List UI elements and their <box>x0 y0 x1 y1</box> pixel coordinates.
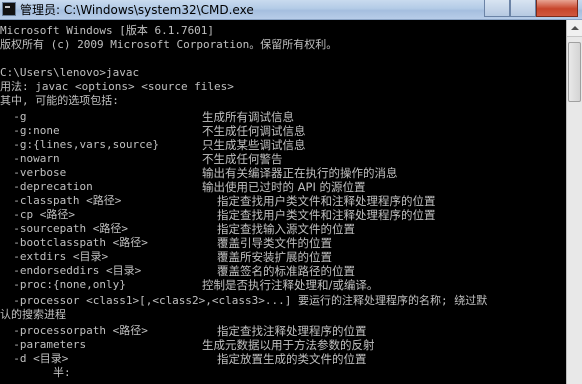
option-desc: 指定查找用户类文件和注释处理程序的位置 <box>217 208 436 222</box>
option-flag: -deprecation <box>0 180 93 193</box>
window-title: 管理员: C:\Windows\system32\CMD.exe <box>20 3 254 17</box>
option-desc: 指定查找注释处理程序的位置 <box>217 324 367 338</box>
processor-line: -processor <class1>[,<class2>,<class3>..… <box>0 294 488 307</box>
option-flag: -bootclasspath <路径> <box>0 236 148 249</box>
close-button[interactable] <box>536 0 578 17</box>
cmd-window: 管理员: C:\Windows\system32\CMD.exe Microso… <box>0 0 582 384</box>
option-desc: 覆盖所安装扩展的位置 <box>217 250 332 264</box>
title-bar[interactable]: 管理员: C:\Windows\system32\CMD.exe <box>0 0 582 20</box>
option-flag: -classpath <路径> <box>0 194 122 207</box>
option-flag: -proc:{none,only} <box>0 278 126 291</box>
version-line: Microsoft Windows [版本 6.1.7601] <box>0 24 215 37</box>
prompt-line: C:\Users\lenovo>javac <box>0 66 140 79</box>
option-flag: -g:{lines,vars,source} <box>0 138 159 151</box>
cmd-console-icon[interactable] <box>2 2 16 16</box>
option-desc: 生成元数据以用于方法参数的反射 <box>202 338 375 352</box>
processor-wrap-line: 认的搜索进程 <box>0 308 66 321</box>
option-desc: 覆盖引导类文件的位置 <box>217 236 332 250</box>
option-flag: -verbose <box>0 166 67 179</box>
option-flag: -g <box>0 110 27 123</box>
option-flag: -extdirs <目录> <box>0 250 109 263</box>
option-desc: 指定放置生成的类文件的位置 <box>217 352 367 366</box>
option-desc: 指定查找用户类文件和注释处理程序的位置 <box>217 194 436 208</box>
option-flag: -g:none <box>0 124 60 137</box>
scroll-thumb[interactable] <box>568 42 581 102</box>
option-flag: -endorseddirs <目录> <box>0 264 142 277</box>
option-flag: -cp <路径> <box>0 208 75 221</box>
options-intro-line: 其中, 可能的选项包括: <box>0 94 119 107</box>
option-desc: 输出有关编译器正在执行的操作的消息 <box>202 166 398 180</box>
window-controls <box>484 0 578 18</box>
option-desc: 不生成任何调试信息 <box>202 124 306 138</box>
maximize-button[interactable] <box>510 0 536 17</box>
option-desc: 只生成某些调试信息 <box>202 138 306 152</box>
option-flag: -sourcepath <路径> <box>0 222 128 235</box>
usage-line: 用法: javac <options> <source files> <box>0 80 234 93</box>
option-desc: 指定查找输入源文件的位置 <box>217 222 355 236</box>
option-flag: -parameters <box>0 338 87 351</box>
option-desc: 覆盖签名的标准路径的位置 <box>217 264 355 278</box>
option-desc: 生成所有调试信息 <box>202 110 294 124</box>
scroll-up-arrow-icon[interactable] <box>567 20 582 37</box>
minimize-button[interactable] <box>484 0 510 17</box>
vertical-scrollbar[interactable] <box>566 20 582 384</box>
option-desc: 输出使用已过时的 API 的源位置 <box>202 180 366 194</box>
copyright-line: 版权所有 (c) 2009 Microsoft Corporation。保留所有… <box>0 38 338 51</box>
option-desc: 控制是否执行注释处理和/或编译。 <box>202 278 379 292</box>
input-line[interactable]: 半: <box>0 366 71 380</box>
option-desc: 不生成任何警告 <box>202 152 283 166</box>
option-flag: -nowarn <box>0 152 60 165</box>
option-flag: -d <目录> <box>0 352 69 365</box>
console-output[interactable]: Microsoft Windows [版本 6.1.7601] 版权所有 (c)… <box>0 20 566 384</box>
option-flag: -processorpath <路径> <box>0 324 148 337</box>
